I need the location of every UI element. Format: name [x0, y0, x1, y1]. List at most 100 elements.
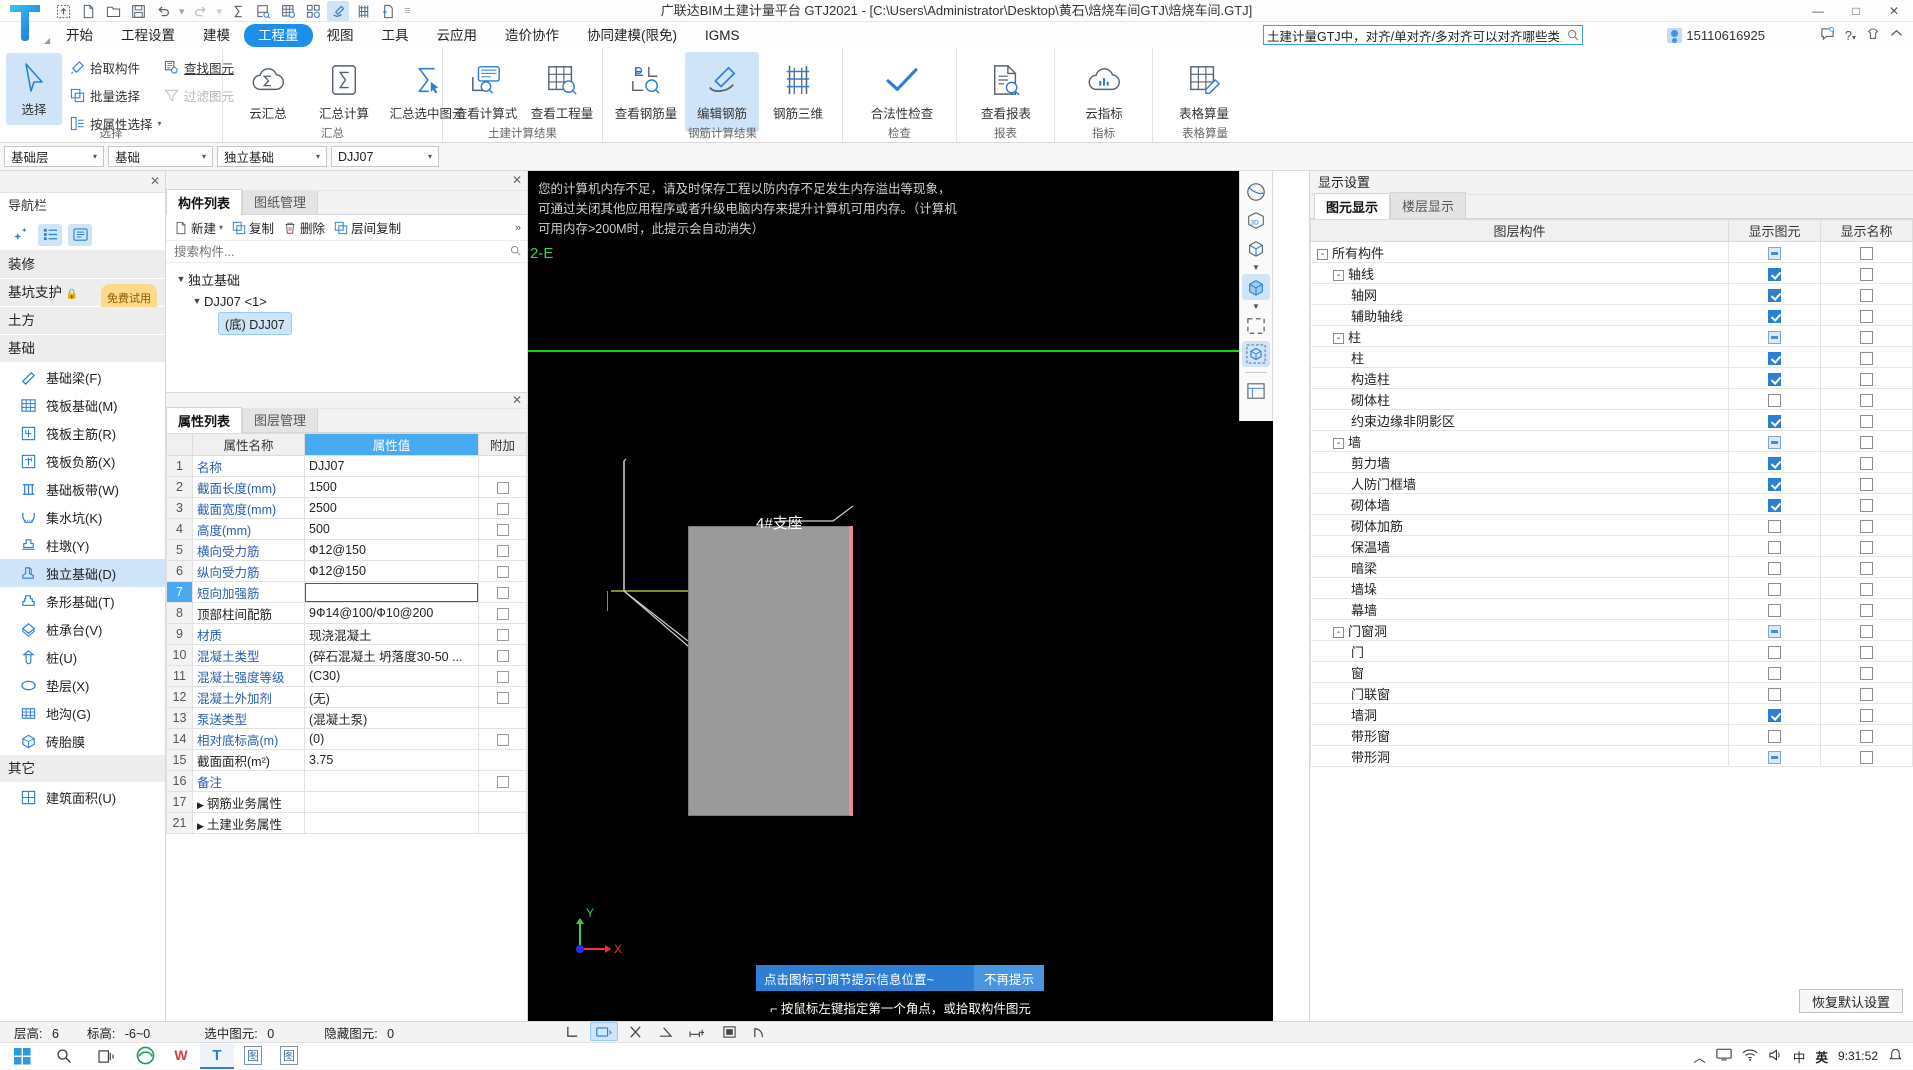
tree-expand-caret[interactable]: ▼: [174, 274, 188, 284]
row-attach[interactable]: [478, 728, 527, 750]
show-name-cell[interactable]: [1820, 598, 1913, 620]
nav-item-sump-pit[interactable]: 集水坑(K): [0, 503, 165, 531]
maximize-button[interactable]: □: [1837, 0, 1875, 22]
show-element-checkbox[interactable]: [1768, 372, 1781, 386]
show-name-checkbox[interactable]: [1860, 540, 1873, 554]
table-row[interactable]: 轴网: [1310, 283, 1913, 305]
show-element-cell[interactable]: [1728, 472, 1821, 494]
show-name-checkbox[interactable]: [1860, 603, 1873, 617]
show-element-checkbox[interactable]: [1768, 435, 1781, 449]
pick-component-button[interactable]: 拾取构件: [66, 56, 166, 79]
show-element-cell[interactable]: [1728, 325, 1821, 347]
attach-checkbox[interactable]: [496, 607, 509, 620]
show-name-checkbox[interactable]: [1860, 393, 1873, 407]
sum-calc-button[interactable]: 汇总计算: [307, 52, 381, 132]
angle-icon[interactable]: [653, 1022, 678, 1041]
show-element-cell[interactable]: [1728, 388, 1821, 410]
detail-view-icon[interactable]: [68, 223, 92, 246]
close-x-icon[interactable]: [623, 1022, 648, 1041]
help-icon[interactable]: ?▾: [1845, 28, 1856, 43]
table-row[interactable]: 1 名称 DJJ07: [166, 455, 527, 477]
view-quantity-button[interactable]: 查看工程量: [525, 52, 599, 132]
table-row[interactable]: 剪力墙: [1310, 451, 1913, 473]
row-value[interactable]: 2500: [304, 497, 479, 519]
show-name-cell[interactable]: [1820, 283, 1913, 305]
show-element-cell[interactable]: [1728, 409, 1821, 431]
attach-checkbox[interactable]: [496, 649, 509, 662]
row-attach[interactable]: [478, 476, 527, 498]
nav-item-raft-foundation[interactable]: 筏板基础(M): [0, 391, 165, 419]
show-name-checkbox[interactable]: [1860, 477, 1873, 491]
show-name-checkbox[interactable]: [1860, 330, 1873, 344]
copy-component-button[interactable]: 复制: [232, 218, 274, 237]
message-icon[interactable]: [1820, 26, 1835, 44]
row-label-cell[interactable]: 保温墙: [1310, 535, 1729, 557]
redo-dropdown-caret[interactable]: ▾: [215, 5, 225, 18]
attach-checkbox[interactable]: [496, 565, 509, 578]
table-row[interactable]: 16 备注: [166, 770, 527, 792]
row-label-cell[interactable]: 墙垛: [1310, 577, 1729, 599]
row-label-cell[interactable]: 人防门框墙: [1310, 472, 1729, 494]
batch-select-button[interactable]: 批量选择: [66, 84, 166, 107]
minimize-button[interactable]: —: [1799, 0, 1837, 22]
table-row[interactable]: - 轴线: [1310, 262, 1913, 284]
cloud-sum-button[interactable]: 云汇总: [231, 52, 305, 132]
row-label-cell[interactable]: 幕墙: [1310, 598, 1729, 620]
menu-tab-cloud-apps[interactable]: 云应用: [423, 24, 492, 47]
nav-item-raft-negative-rebar[interactable]: 筏板负筋(X): [0, 447, 165, 475]
show-name-checkbox[interactable]: [1860, 582, 1873, 596]
view-formula-button[interactable]: 查看计算式: [449, 52, 523, 132]
show-element-checkbox[interactable]: [1768, 267, 1781, 281]
toolbar-overflow-icon[interactable]: »: [515, 222, 521, 234]
redo-icon[interactable]: [190, 1, 212, 21]
table-row[interactable]: 9 材质 现浇混凝土: [166, 623, 527, 645]
add-sheet-icon[interactable]: [377, 1, 399, 21]
monitor-icon[interactable]: [1716, 1048, 1732, 1065]
menu-expand-caret[interactable]: ◢: [44, 36, 50, 45]
show-name-cell[interactable]: [1820, 745, 1913, 767]
nav-item-trench[interactable]: 地沟(G): [0, 699, 165, 727]
tree-node-isolated-foundation[interactable]: ▼ 独立基础: [166, 268, 527, 290]
show-name-checkbox[interactable]: [1860, 666, 1873, 680]
show-name-cell[interactable]: [1820, 640, 1913, 662]
row-name[interactable]: ▶ 土建业务属性: [192, 812, 305, 834]
table-row[interactable]: 构造柱: [1310, 367, 1913, 389]
row-label-cell[interactable]: -柱: [1310, 325, 1729, 347]
show-element-cell[interactable]: [1728, 577, 1821, 599]
row-value[interactable]: Ф12@150: [304, 560, 479, 582]
row-value[interactable]: 9Ф14@100/Ф10@200: [304, 602, 479, 624]
show-element-cell[interactable]: [1728, 535, 1821, 557]
show-name-cell[interactable]: [1820, 493, 1913, 515]
ime-en-indicator[interactable]: 英: [1815, 1047, 1828, 1066]
menu-tab-quantity[interactable]: 工程量: [244, 23, 313, 47]
nav-group-other[interactable]: 其它: [0, 755, 165, 783]
row-attach[interactable]: [478, 665, 527, 687]
show-name-cell[interactable]: [1820, 619, 1913, 641]
row-attach[interactable]: [478, 539, 527, 561]
show-name-checkbox[interactable]: [1860, 729, 1873, 743]
show-name-cell[interactable]: [1820, 535, 1913, 557]
view-rebar-qty-button[interactable]: 查看钢筋量: [609, 52, 683, 132]
taskbar-app-4[interactable]: 图: [236, 1044, 270, 1069]
row-value[interactable]: Ф12@150: [304, 539, 479, 561]
show-element-cell[interactable]: [1728, 493, 1821, 515]
category-selector[interactable]: 基础 ▾: [108, 146, 213, 167]
arc-icon[interactable]: [747, 1022, 772, 1041]
new-component-caret[interactable]: ▾: [219, 223, 223, 232]
row-attach[interactable]: [478, 770, 527, 792]
show-element-cell[interactable]: [1728, 451, 1821, 473]
show-name-checkbox[interactable]: [1860, 624, 1873, 638]
cube-outline-icon[interactable]: [1242, 235, 1270, 261]
tab-floor-display[interactable]: 楼层显示: [1390, 192, 1467, 218]
dimension-icon[interactable]: [683, 1022, 712, 1041]
show-element-checkbox[interactable]: [1768, 624, 1781, 638]
taskbar-app-5[interactable]: 图: [272, 1044, 306, 1069]
tab-drawing-management[interactable]: 图纸管理: [242, 188, 319, 214]
show-name-cell[interactable]: [1820, 367, 1913, 389]
table-row[interactable]: 柱: [1310, 346, 1913, 368]
tab-layer-management[interactable]: 图层管理: [242, 406, 319, 432]
tree-node-djj07[interactable]: ▼ DJJ07 <1>: [166, 290, 527, 312]
nav-item-pile-cap[interactable]: 桩承台(V): [0, 615, 165, 643]
table-row[interactable]: 13 泵送类型 (混凝土泵): [166, 707, 527, 729]
row-label-cell[interactable]: 砌体墙: [1310, 493, 1729, 515]
